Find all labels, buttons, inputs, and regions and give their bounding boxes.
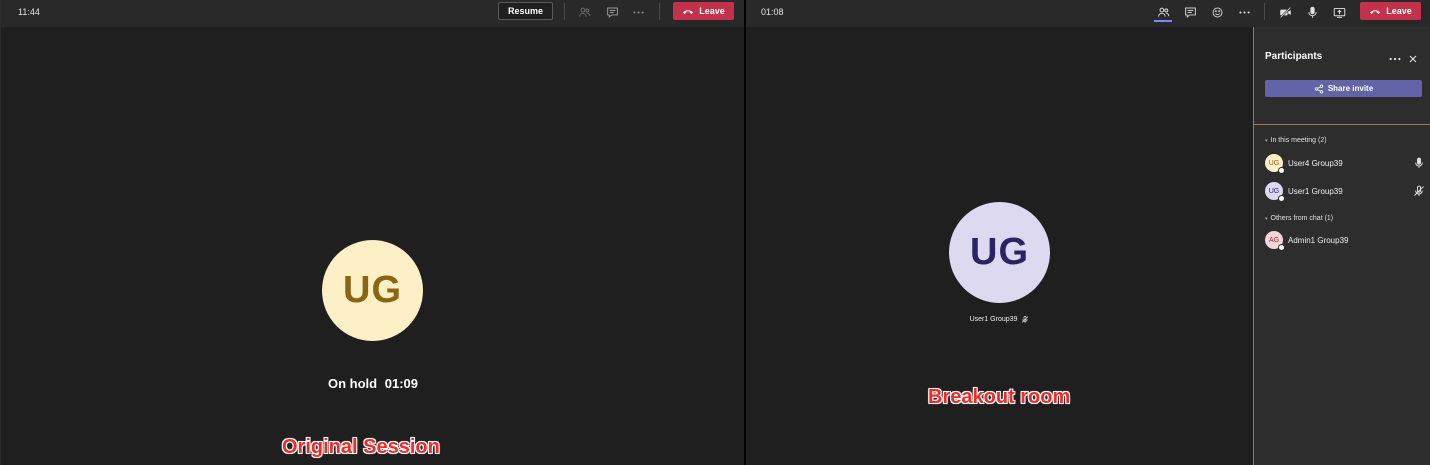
hang-up-icon [1370, 10, 1381, 14]
mic-on-icon[interactable] [1413, 157, 1425, 169]
meeting-clock: 11:44 [18, 7, 40, 17]
more-options-icon[interactable] [1388, 51, 1402, 61]
leave-button[interactable]: Leave [1360, 2, 1421, 20]
hold-timer: 01:09 [384, 376, 418, 391]
avatar: UG [949, 202, 1050, 303]
leave-label: Leave [1386, 6, 1412, 16]
video-tile-label: User1 Group39 [969, 316, 1018, 323]
camera-off-icon[interactable] [1277, 4, 1293, 20]
panel-title: Participants [1265, 51, 1323, 62]
participant-name: User4 Group39 [1288, 158, 1343, 168]
reactions-icon[interactable] [1209, 4, 1225, 20]
participants-icon[interactable] [576, 4, 592, 20]
chat-icon[interactable] [1182, 4, 1198, 20]
mic-off-icon [1022, 315, 1029, 323]
close-icon[interactable] [1408, 51, 1418, 63]
others-label: Others from chat (1) [1270, 215, 1334, 222]
hang-up-icon [683, 10, 694, 14]
status-badge [1278, 167, 1285, 174]
share-invite-button[interactable]: Share invite [1265, 80, 1422, 97]
share-icon [1314, 84, 1323, 93]
breakout-room-window: 01:08 Leave UG User1 Group39 Breakout ro… [746, 0, 1430, 465]
leave-button[interactable]: Leave [673, 2, 734, 20]
left-toolbar: 11:44 Resume Leave [1, 0, 744, 27]
in-meeting-section[interactable]: ▾ In this meeting (2) [1265, 137, 1327, 144]
toolbar-divider [659, 3, 660, 20]
toolbar-divider [1264, 3, 1265, 20]
original-session-caption: Original Session [282, 436, 440, 458]
participant-name: User1 Group39 [1288, 186, 1343, 196]
hold-status: On hold 01:09 [1, 376, 745, 391]
participant-name: Admin1 Group39 [1288, 235, 1349, 245]
status-badge [1278, 244, 1285, 251]
participant-row[interactable]: AG Admin1 Group39 [1265, 230, 1425, 251]
avatar: UG [1265, 154, 1285, 174]
avatar: AG [1265, 231, 1285, 251]
microphone-icon[interactable] [1304, 4, 1320, 20]
active-tab-indicator [1154, 20, 1172, 22]
hold-label: On hold [328, 376, 378, 391]
avatar: UG [322, 240, 423, 341]
avatar: UG [1265, 182, 1285, 202]
chat-icon[interactable] [604, 4, 620, 20]
in-meeting-label: In this meeting (2) [1270, 137, 1327, 144]
share-invite-label: Share invite [1327, 84, 1374, 93]
video-tile-name: User1 Group39 [949, 315, 1050, 324]
right-toolbar: 01:08 Leave [746, 0, 1430, 27]
others-section[interactable]: ▾ Others from chat (1) [1265, 215, 1333, 222]
status-badge [1278, 195, 1285, 202]
mic-off-icon[interactable] [1413, 185, 1425, 197]
participants-icon[interactable] [1155, 4, 1171, 20]
share-screen-icon[interactable] [1331, 4, 1347, 20]
participants-panel: Participants Share invite ▾ In this meeti… [1253, 27, 1430, 465]
meeting-clock: 01:08 [761, 7, 784, 17]
participants-panel-header: Participants Share invite [1254, 27, 1430, 125]
leave-label: Leave [699, 6, 725, 16]
more-options-icon[interactable] [630, 4, 646, 20]
toolbar-divider [564, 3, 565, 20]
breakout-room-caption: Breakout room [928, 386, 1071, 408]
resume-button[interactable]: Resume [498, 2, 553, 20]
original-session-window: 11:44 Resume Leave UG On hold 01:09 Orig… [0, 0, 744, 465]
more-options-icon[interactable] [1236, 4, 1252, 20]
participant-row[interactable]: UG User1 Group39 [1265, 181, 1425, 202]
participant-row[interactable]: UG User4 Group39 [1265, 153, 1425, 174]
